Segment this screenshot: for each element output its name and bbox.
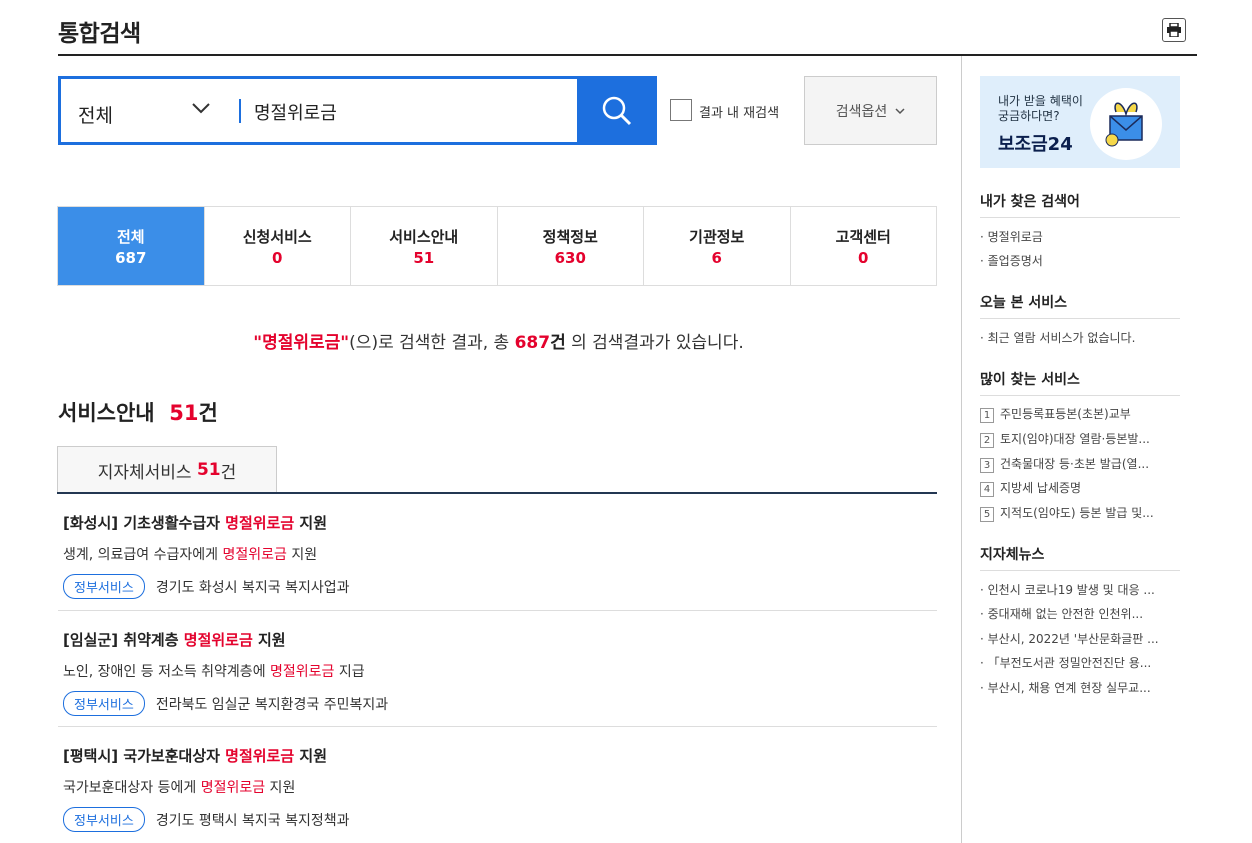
rank-badge: 3 [980,458,994,473]
header-divider [58,54,1197,56]
result-title[interactable]: [평택시] 국가보훈대상자 명절위로금 지원 [63,745,937,766]
result-org: 경기도 평택시 복지국 복지정책과 [155,812,350,829]
sidebar-divider [980,318,1180,319]
result-title[interactable]: [임실군] 취약계층 명절위로금 지원 [63,629,937,650]
input-cursor [239,99,241,123]
tab-label: 고객센터 [835,227,891,246]
popular-services-title: 많이 찾는 서비스 [980,372,1080,388]
today-viewed-title: 오늘 본 서비스 [980,295,1068,311]
summary-unit: 건 [550,333,566,353]
news-item[interactable]: · 부산시, 채용 연계 현장 실무교... [980,679,1151,696]
recheck-checkbox[interactable] [670,99,692,121]
tab-label: 신청서비스 [242,227,312,246]
service-badge: 정부서비스 [63,574,145,599]
my-searches-title: 내가 찾은 검색어 [980,194,1080,210]
tab-policy-info[interactable]: 정책정보 630 [498,207,644,285]
gift-icon [1090,88,1162,160]
summary-keyword: "명절위로금" [253,333,350,353]
tab-count: 0 [858,248,869,267]
search-options-label: 검색옵션 [835,103,888,120]
tab-count: 630 [554,248,586,267]
tab-all[interactable]: 전체 687 [58,207,205,285]
tab-customer-center[interactable]: 고객센터 0 [791,207,937,285]
tab-label: 서비스안내 [389,227,459,246]
tab-agency-info[interactable]: 기관정보 6 [644,207,791,285]
result-desc: 국가보훈대상자 등에게 명절위로금 지원 [63,780,296,796]
search-icon [602,96,632,125]
search-input[interactable]: 명절위로금 [254,99,337,125]
recent-search-item[interactable]: · 명절위로금 [980,228,1043,245]
search-box: 전체 명절위로금 [58,76,657,145]
result-title[interactable]: [화성시] 기초생활수급자 명절위로금 지원 [63,512,937,533]
search-button[interactable] [577,76,657,145]
result-org: 경기도 화성시 복지국 복지사업과 [155,579,350,596]
sidebar-divider [980,570,1180,571]
popular-service-item[interactable]: 2 토지(임야)대장 열람·등본발... [980,430,1150,448]
banner-brand: 보조금24 [998,134,1073,155]
news-item[interactable]: · 부산시, 2022년 '부산문화글판 ... [980,630,1159,647]
service-badge: 정부서비스 [63,691,145,716]
category-tabs: 전체 687 신청서비스 0 서비스안내 51 정책정보 630 기관정보 6 … [57,206,937,286]
subtab-label: 지자체서비스 [97,462,192,483]
sidebar-divider [980,395,1180,396]
result-org: 전라북도 임실군 복지환경국 주민복지과 [155,696,389,713]
rank-badge: 5 [980,507,994,522]
rank-badge: 1 [980,408,994,423]
result-desc: 노인, 장애인 등 저소득 취약계층에 명절위로금 지급 [63,664,365,680]
page-title: 통합검색 [58,21,141,47]
subtab-local-service[interactable]: 지자체서비스 51 건 [57,446,277,493]
category-select[interactable]: 전체 [78,101,113,128]
printer-icon [1167,23,1181,37]
summary-count: 687 [514,333,551,353]
banner-text: 내가 받을 혜택이 궁금하다면? [998,94,1083,123]
section-count: 51 [169,401,199,425]
news-item[interactable]: · 「부전도서관 정밀안전진단 용... [980,654,1151,671]
service-badge: 정부서비스 [63,807,145,832]
summary-text: 의 검색결과가 있습니다. [565,333,744,353]
sidebar-divider [961,56,962,843]
local-news-title: 지자체뉴스 [980,547,1045,563]
search-options-button[interactable]: 검색옵션 [804,76,937,145]
result-divider [58,610,937,611]
recent-search-item[interactable]: · 졸업증명서 [980,252,1043,269]
result-desc: 생계, 의료급여 수급자에게 명절위로금 지원 [63,547,318,563]
popular-service-item[interactable]: 5 지적도(임야도) 등본 발급 및... [980,504,1154,522]
tab-label: 정책정보 [542,227,598,246]
subtab-divider [57,492,937,494]
result-item: [임실군] 취약계층 명절위로금 지원 노인, 장애인 등 저소득 취약계층에 … [63,629,937,716]
tab-count: 0 [272,248,283,267]
result-item: [화성시] 기초생활수급자 명절위로금 지원 생계, 의료급여 수급자에게 명절… [63,512,937,599]
tab-label: 기관정보 [689,227,745,246]
today-viewed-empty: · 최근 열람 서비스가 없습니다. [980,331,1136,345]
result-divider [58,726,937,727]
print-button[interactable] [1162,18,1186,42]
popular-service-item[interactable]: 4 지방세 납세증명 [980,479,1081,497]
tab-count: 6 [711,248,722,267]
result-item: [평택시] 국가보훈대상자 명절위로금 지원 국가보훈대상자 등에게 명절위로금… [63,745,937,832]
tab-service-guide[interactable]: 서비스안내 51 [351,207,498,285]
subtab-count: 51 [196,460,221,480]
rank-badge: 2 [980,433,994,448]
section-label: 서비스안내 [58,401,155,425]
news-item[interactable]: · 인천시 코로나19 발생 및 대응 ... [980,581,1155,598]
recheck-label: 결과 내 재검색 [699,106,780,121]
chevron-down-icon [895,107,905,114]
section-title: 서비스안내 51건 [58,397,218,427]
tab-apply-service[interactable]: 신청서비스 0 [205,207,351,285]
chevron-down-icon[interactable] [191,101,211,115]
tab-count: 687 [115,248,147,267]
rank-badge: 4 [980,482,994,497]
tab-label: 전체 [116,227,145,246]
news-item[interactable]: · 중대재해 없는 안전한 인천위... [980,605,1143,622]
popular-service-item[interactable]: 3 건축물대장 등·초본 발급(열... [980,455,1149,473]
sidebar-divider [980,217,1180,218]
subsidy24-banner[interactable]: 내가 받을 혜택이 궁금하다면? 보조금24 [980,76,1180,168]
search-summary: "명절위로금"(으)로 검색한 결과, 총 687건 의 검색결과가 있습니다. [0,328,997,353]
section-unit: 건 [198,401,218,425]
tab-count: 51 [413,248,435,267]
summary-text: (으)로 검색한 결과, 총 [349,333,515,353]
subtab-unit: 건 [220,462,237,483]
popular-service-item[interactable]: 1 주민등록표등본(초본)교부 [980,405,1131,423]
